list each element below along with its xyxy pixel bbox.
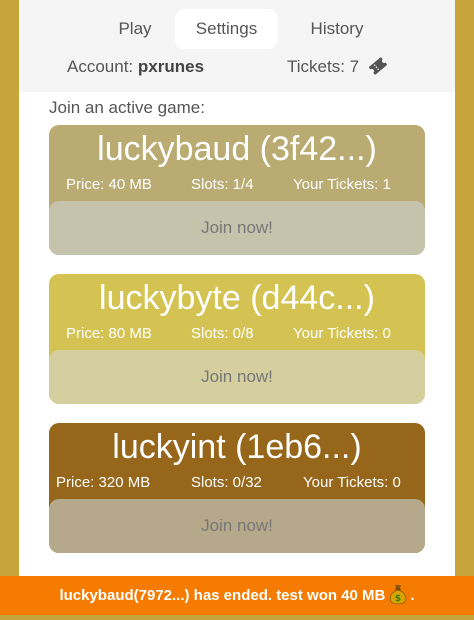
game-title: luckybaud (3f42...)	[97, 130, 377, 168]
game-your-tickets: Your Tickets: 1	[293, 176, 391, 193]
tickets-label: Tickets:	[287, 57, 345, 76]
game-title: luckybyte (d44c...)	[99, 279, 375, 317]
toast-suffix: .	[410, 587, 415, 604]
account-label: Account:	[67, 57, 134, 76]
join-game-heading: Join an active game:	[49, 98, 205, 117]
game-card-luckybaud: luckybaud (3f42...) Price: 40 MB Slots: …	[49, 125, 425, 255]
game-ended-toast: luckybaud(7972...) has ended. test won 4…	[0, 576, 474, 615]
tickets-count: 7	[349, 57, 360, 76]
join-now-button[interactable]: Join now!	[49, 201, 425, 255]
tab-settings[interactable]: Settings	[175, 9, 278, 49]
tickets-info: Tickets: 7	[287, 56, 388, 78]
game-title: luckyint (1eb6...)	[112, 428, 362, 466]
tab-play[interactable]: Play	[100, 9, 170, 49]
game-slots: Slots: 0/32	[191, 474, 262, 491]
game-price: Price: 320 MB	[56, 474, 151, 491]
game-card-luckybyte: luckybyte (d44c...) Price: 80 MB Slots: …	[49, 274, 425, 404]
top-bar: Play Settings History Account: pxrunes T…	[19, 0, 455, 92]
game-price: Price: 40 MB	[66, 176, 152, 193]
tab-history[interactable]: History	[293, 9, 381, 49]
main-panel: Play Settings History Account: pxrunes T…	[19, 0, 455, 615]
game-your-tickets: Your Tickets: 0	[293, 325, 391, 342]
game-price: Price: 80 MB	[66, 325, 152, 342]
ticket-icon	[368, 57, 388, 81]
money-bag-icon: $	[389, 581, 407, 620]
game-your-tickets: Your Tickets: 0	[303, 474, 401, 491]
join-now-button[interactable]: Join now!	[49, 350, 425, 404]
game-slots: Slots: 1/4	[191, 176, 254, 193]
svg-text:$: $	[395, 594, 401, 604]
account-name: pxrunes	[137, 57, 205, 76]
join-now-button[interactable]: Join now!	[49, 499, 425, 553]
game-slots: Slots: 0/8	[191, 325, 254, 342]
account-info: Account: pxrunes	[67, 56, 204, 78]
game-card-luckyint: luckyint (1eb6...) Price: 320 MB Slots: …	[49, 423, 425, 553]
toast-message: luckybaud(7972...) has ended. test won 4…	[59, 587, 386, 604]
